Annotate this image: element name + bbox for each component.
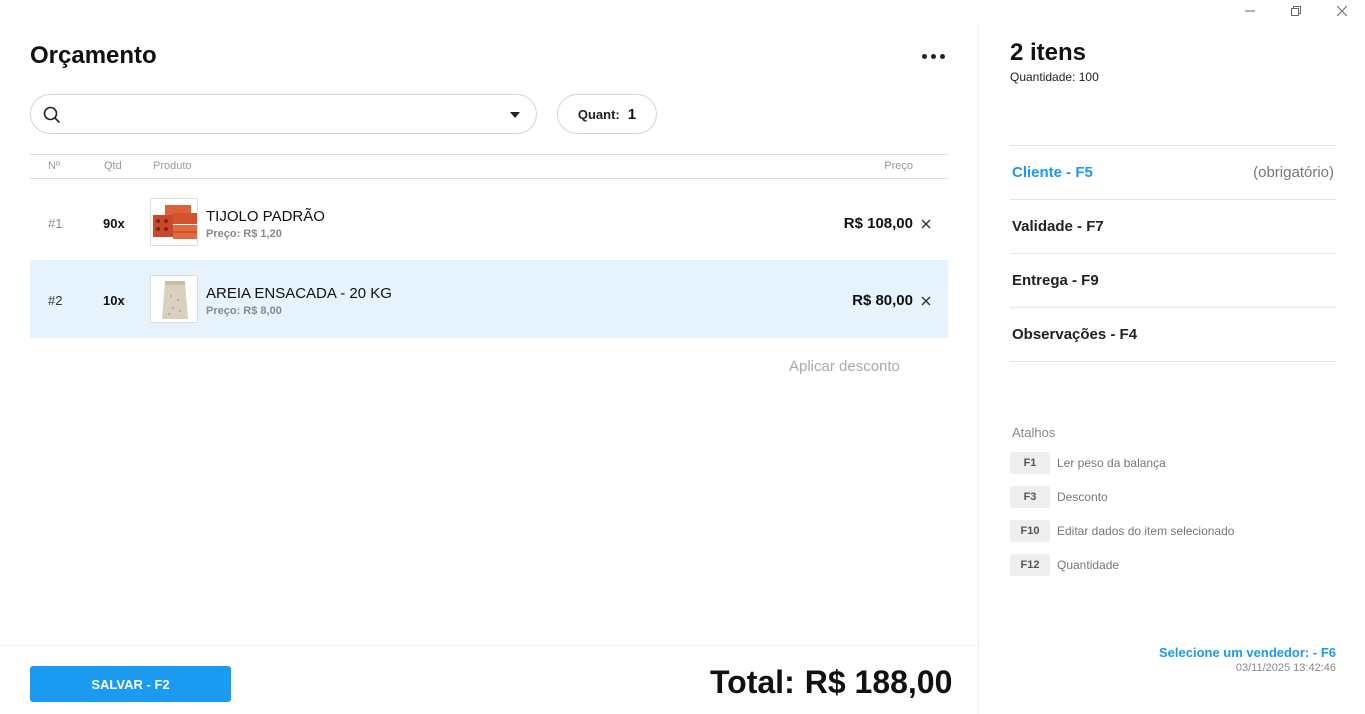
shortcut-key: F3 [1010, 486, 1050, 508]
row-number: #2 [48, 293, 63, 308]
item-count: 2 itens [1010, 39, 1087, 66]
footer: SALVAR - F2 Total: R$ 188,00 [0, 645, 978, 714]
shortcut-item[interactable]: F12 Quantidade [1010, 554, 1119, 576]
table-row[interactable]: #1 90x TIJOLO PADRÃO Preço: R$ 1,20 R$ 1… [30, 183, 948, 261]
row-qty: 10x [103, 293, 125, 308]
close-icon [1337, 6, 1347, 16]
timestamp: 03/11/2025 13:42:46 [1235, 662, 1336, 674]
col-product: Produto [153, 160, 192, 172]
shortcut-item[interactable]: F1 Ler peso da balança [1010, 452, 1166, 474]
shortcut-key: F10 [1010, 520, 1050, 542]
remove-item-icon[interactable] [920, 218, 932, 230]
product-name: TIJOLO PADRÃO [206, 208, 325, 225]
minimize-button[interactable] [1227, 0, 1273, 22]
page-title: Orçamento [30, 42, 157, 69]
validity-label: Validade - F7 [1012, 218, 1104, 235]
shortcut-item[interactable]: F10 Editar dados do item selecionado [1010, 520, 1234, 542]
client-label: Cliente - F5 [1012, 164, 1093, 181]
validity-option[interactable]: Validade - F7 [1010, 199, 1336, 253]
search-icon [43, 106, 61, 124]
product-unit-price: Preço: R$ 1,20 [206, 228, 282, 240]
row-number: #1 [48, 216, 63, 231]
shortcut-key: F1 [1010, 452, 1050, 474]
row-total: R$ 108,00 [843, 215, 913, 232]
shortcut-item[interactable]: F3 Desconto [1010, 486, 1108, 508]
chevron-down-icon[interactable] [510, 112, 520, 118]
close-button[interactable] [1319, 0, 1365, 22]
delivery-label: Entrega - F9 [1012, 272, 1099, 289]
shortcut-label: Desconto [1057, 490, 1108, 504]
save-button[interactable]: SALVAR - F2 [30, 666, 231, 702]
quantity-field[interactable]: Quant: 1 [557, 94, 657, 134]
total-value: R$ 188,00 [804, 664, 953, 700]
window-controls [1227, 0, 1365, 24]
sand-bag-image [150, 275, 198, 323]
shortcut-key: F12 [1010, 554, 1050, 576]
divider [1010, 361, 1336, 362]
product-name: AREIA ENSACADA - 20 KG [206, 285, 392, 302]
more-dots-icon [921, 53, 927, 59]
total-quantity: Quantidade: 100 [1010, 70, 1099, 84]
col-price: Preço [884, 160, 913, 172]
client-required-note: (obrigatório) [1253, 164, 1334, 181]
search-input[interactable] [75, 103, 495, 125]
table-header: Nº Qtd Produto Preço [30, 154, 948, 179]
shortcut-label: Ler peso da balança [1057, 456, 1166, 470]
notes-option[interactable]: Observações - F4 [1010, 307, 1336, 361]
quantity-label: Quant: [577, 106, 620, 122]
restore-icon [1291, 6, 1301, 16]
order-total: Total: R$ 188,00 [710, 664, 952, 701]
row-qty: 90x [103, 216, 125, 231]
main-panel: Orçamento Quant: 1 Nº Qtd Produto Preço … [0, 0, 978, 714]
notes-label: Observações - F4 [1012, 326, 1138, 343]
select-seller-link[interactable]: Selecione um vendedor: - F6 [1159, 645, 1336, 660]
product-search[interactable] [30, 94, 537, 134]
minimize-icon [1245, 10, 1255, 12]
more-button[interactable] [918, 46, 948, 66]
col-num: Nº [48, 160, 60, 172]
col-qty: Qtd [104, 160, 122, 172]
shortcut-label: Quantidade [1057, 558, 1120, 572]
remove-item-icon[interactable] [920, 295, 932, 307]
shortcuts-title: Atalhos [1012, 425, 1056, 440]
shortcut-label: Editar dados do item selecionado [1057, 524, 1235, 538]
product-unit-price: Preço: R$ 8,00 [206, 305, 282, 317]
row-total: R$ 80,00 [852, 292, 913, 309]
delivery-option[interactable]: Entrega - F9 [1010, 253, 1336, 307]
total-label: Total: [710, 664, 795, 700]
brick-image [150, 198, 198, 246]
summary-panel: 2 itens Quantidade: 100 Cliente - F5 (ob… [978, 24, 1365, 714]
quantity-value[interactable]: 1 [628, 106, 636, 123]
client-option[interactable]: Cliente - F5 (obrigatório) [1010, 145, 1336, 199]
apply-discount-link[interactable]: Aplicar desconto [789, 358, 900, 375]
restore-button[interactable] [1273, 0, 1319, 22]
table-row-selected[interactable]: #2 10x AREIA ENSACADA - 20 KG Preço: R$ … [30, 260, 948, 338]
